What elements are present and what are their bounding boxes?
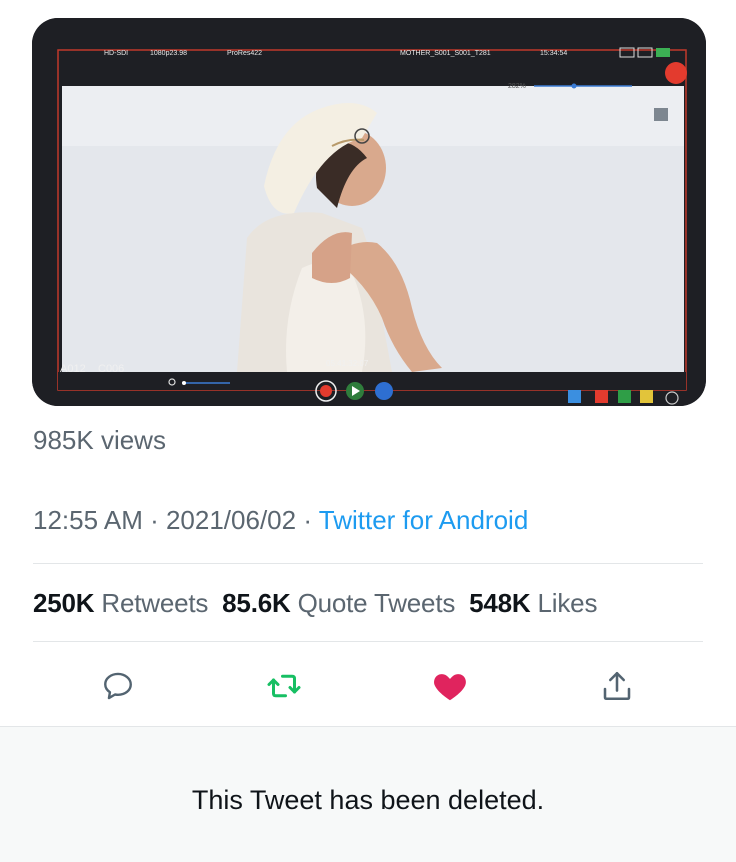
retweets-stat[interactable]: 250K Retweets (33, 588, 208, 618)
hud-reel: A012 (60, 363, 86, 375)
hud-clock: 15:34:54 (540, 50, 567, 57)
heart-icon (434, 674, 466, 701)
quote-tweets-label: Quote Tweets (297, 588, 456, 618)
retweets-label: Retweets (101, 588, 209, 618)
hud-clip-name: MOTHER_S001_S001_T281 (400, 50, 491, 57)
meta-separator: · (296, 505, 319, 535)
retweet-icon (267, 674, 301, 698)
hud-format: 1080p23.98 (150, 50, 187, 57)
retweets-count: 250K (33, 588, 95, 618)
tweet-video[interactable]: HD-SDI 1080p23.98 ProRes422 MOTHER_S001_… (32, 18, 706, 406)
record-indicator (665, 62, 687, 84)
likes-count: 548K (469, 588, 531, 618)
hud-zoom: 282% (508, 83, 526, 90)
hud-timecode: 05:41:32:07 (326, 359, 369, 368)
hud-codec: ProRes422 (227, 50, 262, 57)
view-count: 985K views (33, 425, 166, 455)
video-frame: HD-SDI 1080p23.98 ProRes422 MOTHER_S001_… (32, 18, 706, 406)
hud-input: HD-SDI (104, 50, 128, 57)
divider (33, 641, 703, 642)
quote-tweets-stat[interactable]: 85.6K Quote Tweets (222, 588, 455, 618)
reply-icon (104, 672, 132, 700)
meta-separator: · (142, 505, 166, 535)
reply-button[interactable] (92, 660, 144, 712)
share-button[interactable] (591, 660, 643, 712)
tweet-actions (0, 660, 736, 712)
hud-clip: C006 (98, 363, 124, 375)
engagement-stats: 250K Retweets 85.6K Quote Tweets 548K Like… (33, 588, 597, 619)
hud-side-icon (654, 108, 668, 121)
tweet-metadata: 12:55 AM · 2021/06/02 · Twitter for Andr… (33, 505, 528, 536)
tweet-time: 12:55 AM (33, 505, 143, 535)
divider (33, 563, 703, 564)
deleted-tweet-notice: This Tweet has been deleted. (0, 726, 736, 862)
like-button[interactable] (424, 660, 476, 712)
retweet-button[interactable] (258, 660, 310, 712)
tweet-date: 2021/06/02 (165, 505, 297, 535)
share-icon (603, 671, 631, 701)
quote-tweets-count: 85.6K (222, 588, 291, 618)
deleted-tweet-text: This Tweet has been deleted. (191, 785, 545, 815)
likes-stat[interactable]: 548K Likes (469, 588, 597, 618)
tweet-source-link[interactable]: Twitter for Android (319, 505, 529, 535)
likes-label: Likes (537, 588, 598, 618)
